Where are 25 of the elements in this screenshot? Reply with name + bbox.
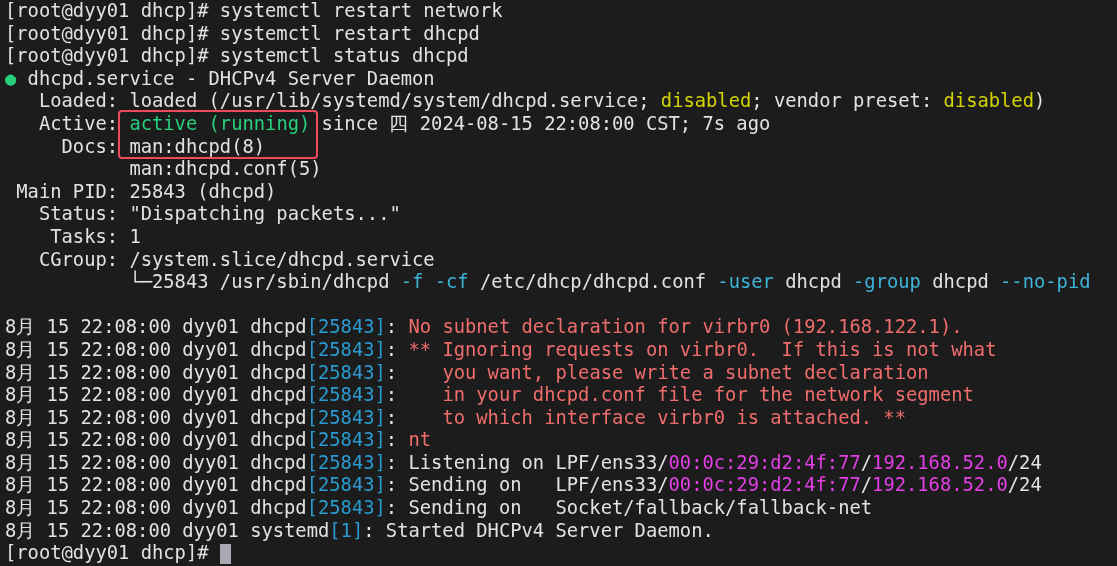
terminal-line: Active: active (running) since 四 2024-08-15 22:08:00 CST; 7s ago [37, 112, 772, 136]
terminal-line: [root@dyy01 dhcp]# systemctl restart network [5, 0, 504, 23]
terminal-line: 8月 15 22:08:00 dyy01 dhcpd[25843]: Sending on LPF/ens33/00:0c:29:d2:4f:77/192.168.52.0/24 [5, 474, 1043, 498]
terminal-line: Tasks: 1 [49, 225, 142, 249]
terminal-line: 8月 15 22:08:00 dyy01 dhcpd[25843]: in your dhcpd.conf file for the network segment [5, 384, 975, 407]
terminal-line: ● dhcpd.service - DHCPv4 Server Daemon [5, 67, 436, 91]
terminal-line: Docs: man:dhcpd(8) [60, 135, 267, 159]
terminal-line: 8月 15 22:08:00 dyy01 dhcpd[25843]: Listening on LPF/ens33/00:0c:29:d2:4f:77/192.168.52.0/24 [5, 451, 1043, 475]
terminal-line: Status: "Dispatching packets..." [37, 203, 402, 226]
terminal-line: 8月 15 22:08:00 dyy01 dhcpd[25843]: to which interface virbr0 is attached. ** [5, 406, 907, 430]
terminal-line: [root@dyy01 dhcp]# systemctl status dhcpd [5, 45, 470, 68]
terminal-line: 8月 15 22:08:00 dyy01 dhcpd[25843]: No subnet declaration for virbr0 (192.168.122.1). [5, 316, 964, 339]
cursor-icon [219, 543, 231, 564]
terminal-line: 8月 15 22:08:00 dyy01 dhcpd[25843]: ** Ignoring requests on virbr0. If this is not what [5, 338, 998, 362]
terminal-line: Loaded: loaded (/usr/lib/systemd/system/dhcpd.service; disabled; vendor preset: disabled) [37, 90, 1047, 113]
terminal-line: Main PID: 25843 (dhcpd) [15, 180, 278, 204]
terminal-line: 8月 15 22:08:00 dyy01 dhcpd[25843]: nt [5, 429, 433, 452]
terminal-line: 8月 15 22:08:00 dyy01 systemd[1]: Started DHCPv4 Server Daemon. [5, 519, 715, 543]
terminal-line: └─25843 /usr/sbin/dhcpd -f -cf /etc/dhcp/dhcpd.conf -user dhcpd -group dhcpd --no-pid [128, 271, 1092, 294]
terminal-line: 8月 15 22:08:00 dyy01 dhcpd[25843]: Sending on Socket/fallback/fallback-net [5, 497, 874, 520]
terminal-line: man:dhcpd.conf(5) [128, 158, 323, 181]
terminal-line: 8月 15 22:08:00 dyy01 dhcpd[25843]: you want, please write a subnet declaration [5, 361, 930, 385]
terminal-line: CGroup: /system.slice/dhcpd.service [37, 248, 436, 271]
terminal-prompt: [root@dyy01 dhcp]# [5, 542, 210, 565]
terminal-line: [root@dyy01 dhcp]# systemctl restart dhcpd [5, 22, 481, 46]
